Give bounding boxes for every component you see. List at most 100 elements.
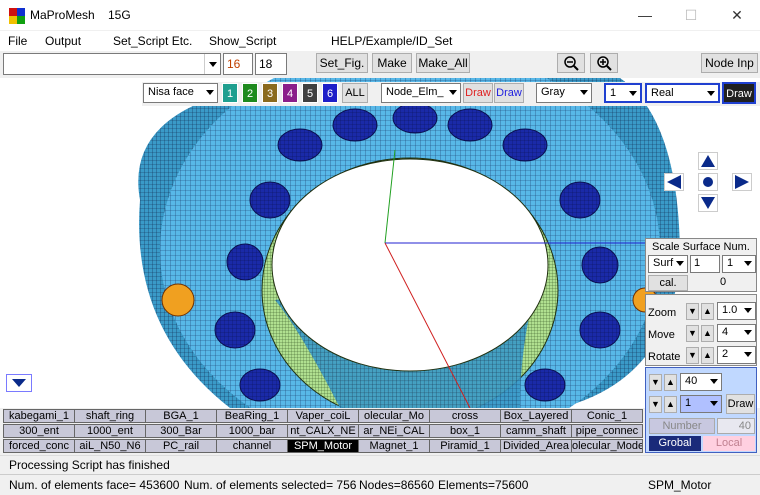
- draw-black-button[interactable]: Draw: [722, 82, 756, 104]
- surf-num-select[interactable]: 1: [722, 255, 756, 273]
- example-magnet-1[interactable]: Magnet_1: [358, 439, 430, 453]
- color-button-5[interactable]: 5: [302, 83, 318, 103]
- grobal-button[interactable]: Grobal: [649, 436, 701, 451]
- example-forced-conc[interactable]: forced_conc: [3, 439, 75, 453]
- rotate-label: Rotate: [648, 351, 681, 363]
- field-b[interactable]: 18: [255, 53, 287, 75]
- num-select[interactable]: 1: [604, 83, 642, 103]
- maximize-icon[interactable]: ☐: [668, 0, 714, 30]
- color-button-4[interactable]: 4: [282, 83, 298, 103]
- field-a[interactable]: 16: [223, 53, 253, 75]
- model-viewport[interactable]: Nisa face 1 2 3 4 5 6 ALL Node_Elm_ Draw…: [0, 78, 760, 408]
- message-bar: Processing Script has finished: [0, 455, 760, 473]
- example-box-layered[interactable]: Box_Layered: [500, 409, 572, 423]
- window-version: 15G: [108, 8, 131, 22]
- zoom-select[interactable]: 1.0: [717, 302, 756, 320]
- example-bga-1[interactable]: BGA_1: [145, 409, 217, 423]
- number-value: 40: [717, 418, 755, 434]
- nav-center-icon[interactable]: [698, 173, 718, 191]
- example-shaft-ring[interactable]: shaft_ring: [74, 409, 146, 423]
- number-draw-button[interactable]: Draw: [726, 394, 755, 414]
- all-button[interactable]: ALL: [342, 83, 368, 103]
- color-button-3[interactable]: 3: [262, 83, 278, 103]
- face-select[interactable]: Nisa face: [143, 83, 218, 103]
- example-grid: kabegami_1 shaft_ring BGA_1 BeaRing_1 Va…: [3, 409, 645, 454]
- example-kabegami-1[interactable]: kabegami_1: [3, 409, 75, 423]
- num2-up-icon[interactable]: ▲: [664, 396, 677, 413]
- example-pc-rail[interactable]: PC_rail: [145, 439, 217, 453]
- menu-show-script[interactable]: Show_Script: [209, 34, 276, 48]
- real-select[interactable]: Real: [645, 83, 720, 103]
- surf-num-field[interactable]: 1: [690, 255, 720, 273]
- example-spm-motor[interactable]: SPM_Motor: [287, 439, 359, 453]
- make-all-button[interactable]: Make_All: [416, 53, 470, 73]
- cal-button[interactable]: cal.: [648, 275, 688, 291]
- status-message: Processing Script has finished: [9, 458, 170, 472]
- example-300-ent[interactable]: 300_ent: [3, 424, 75, 438]
- zoom-in-icon[interactable]: [590, 53, 618, 73]
- draw-blue-button[interactable]: Draw: [494, 83, 524, 103]
- example-bearing-1[interactable]: BeaRing_1: [216, 409, 288, 423]
- node-inp-button[interactable]: Node Inp: [701, 53, 758, 73]
- nav-up-icon[interactable]: [698, 152, 718, 170]
- zoom-up-icon[interactable]: ▲: [701, 303, 714, 320]
- nav-left-icon[interactable]: [664, 173, 684, 191]
- example-nt-calx-ne[interactable]: nt_CALX_NE: [287, 424, 359, 438]
- num2-down-icon[interactable]: ▼: [649, 396, 662, 413]
- set-fig-button[interactable]: Set_Fig.: [316, 53, 368, 73]
- example-molecular-mode[interactable]: olecular_Mode: [571, 439, 643, 453]
- surf-select[interactable]: Surf: [648, 255, 688, 273]
- rotate-up-icon[interactable]: ▲: [701, 347, 714, 364]
- rotate-down-icon[interactable]: ▼: [686, 347, 699, 364]
- example-ar-nei-cal[interactable]: ar_NEi_CAL: [358, 424, 430, 438]
- number-panel: ▼ ▲ 40 ▼ ▲ 1 Draw Number 40 Grobal Local: [645, 367, 757, 453]
- node-elm-select[interactable]: Node_Elm_: [381, 83, 461, 103]
- view-control-panel: Zoom ▼ ▲ 1.0 Move ▼ ▲ 4 Rotate ▼ ▲ 2: [645, 294, 757, 366]
- color-button-2[interactable]: 2: [242, 83, 258, 103]
- make-button[interactable]: Make: [372, 53, 412, 73]
- zoom-out-icon[interactable]: [557, 53, 585, 73]
- script-combo[interactable]: [3, 53, 221, 75]
- close-icon[interactable]: ✕: [714, 0, 760, 30]
- num2-select[interactable]: 1: [680, 395, 722, 413]
- zoom-down-icon[interactable]: ▼: [686, 303, 699, 320]
- nav-right-icon[interactable]: [732, 173, 752, 191]
- example-300-bar[interactable]: 300_Bar: [145, 424, 217, 438]
- menu-set-script[interactable]: Set_Script Etc.: [113, 34, 192, 48]
- example-1000-bar[interactable]: 1000_bar: [216, 424, 288, 438]
- nav-down-icon[interactable]: [698, 194, 718, 212]
- num1-select[interactable]: 40: [680, 373, 722, 391]
- zoom-label: Zoom: [648, 307, 677, 319]
- example-camm-shaft[interactable]: camm_shaft: [500, 424, 572, 438]
- example-cross[interactable]: cross: [429, 409, 501, 423]
- chevron-down-icon: [707, 91, 715, 96]
- move-up-icon[interactable]: ▲: [701, 325, 714, 342]
- local-button[interactable]: Local: [703, 436, 755, 451]
- example-channel[interactable]: channel: [216, 439, 288, 453]
- example-vaper-coil[interactable]: Vaper_coiL: [287, 409, 359, 423]
- example-piramid-1[interactable]: Piramid_1: [429, 439, 501, 453]
- example-divided-area[interactable]: Divided_Area: [500, 439, 572, 453]
- move-down-icon[interactable]: ▼: [686, 325, 699, 342]
- example-1000-ent[interactable]: 1000_ent: [74, 424, 146, 438]
- example-pipe-connec[interactable]: pipe_connec: [571, 424, 643, 438]
- chevron-down-icon[interactable]: [204, 54, 220, 74]
- menu-file[interactable]: File: [8, 34, 27, 48]
- example-box-1[interactable]: box_1: [429, 424, 501, 438]
- example-ail-n50-n6[interactable]: aiL_N50_N6: [74, 439, 146, 453]
- menu-help[interactable]: HELP/Example/ID_Set: [331, 34, 452, 48]
- move-select[interactable]: 4: [717, 324, 756, 342]
- num1-up-icon[interactable]: ▲: [664, 374, 677, 391]
- example-conic-1[interactable]: Conic_1: [571, 409, 643, 423]
- menu-output[interactable]: Output: [45, 34, 81, 48]
- gray-select[interactable]: Gray: [536, 83, 592, 103]
- scale-surface-panel: Scale Surface Num. Surf 1 1 cal. 0: [645, 238, 757, 292]
- color-button-1[interactable]: 1: [222, 83, 238, 103]
- color-button-6[interactable]: 6: [322, 83, 338, 103]
- example-molecular-mo[interactable]: olecular_Mo: [358, 409, 430, 423]
- draw-red-button[interactable]: Draw: [463, 83, 493, 103]
- rotate-select[interactable]: 2: [717, 346, 756, 364]
- minimize-icon[interactable]: —: [622, 0, 668, 30]
- expand-panel-button[interactable]: [6, 374, 32, 392]
- num1-down-icon[interactable]: ▼: [649, 374, 662, 391]
